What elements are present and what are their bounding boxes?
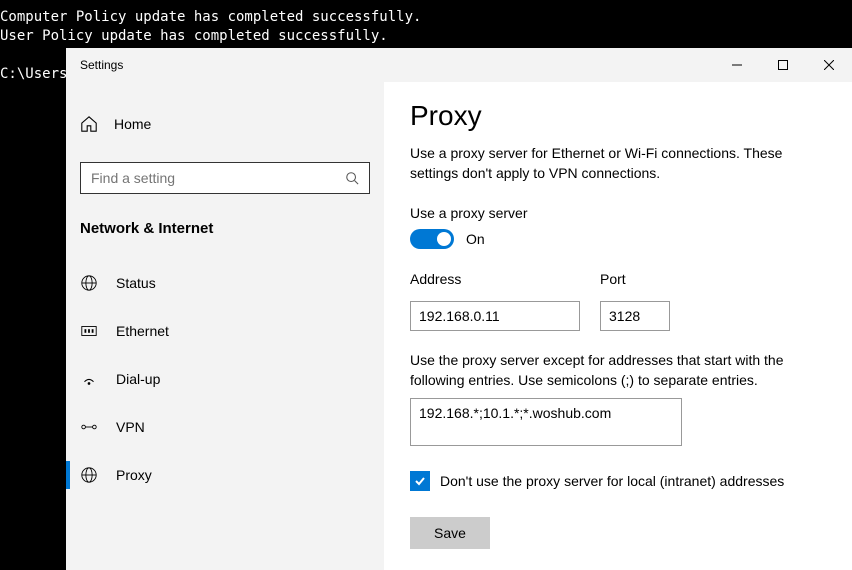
home-icon — [80, 115, 98, 133]
port-label: Port — [600, 271, 670, 287]
globe-icon — [80, 274, 98, 292]
window-title: Settings — [66, 58, 123, 72]
page-heading: Proxy — [410, 100, 826, 132]
home-label: Home — [114, 116, 151, 132]
sidebar-item-label: Ethernet — [116, 323, 169, 339]
exceptions-input[interactable] — [410, 398, 682, 446]
use-proxy-label: Use a proxy server — [410, 205, 826, 221]
titlebar: Settings — [66, 48, 852, 82]
search-icon — [345, 171, 369, 185]
address-label: Address — [410, 271, 580, 287]
exceptions-label: Use the proxy server except for addresse… — [410, 351, 826, 390]
toggle-state: On — [466, 231, 485, 247]
content-pane: Proxy Use a proxy server for Ethernet or… — [384, 82, 852, 570]
sidebar-item-ethernet[interactable]: Ethernet — [66, 307, 384, 355]
bypass-local-label: Don't use the proxy server for local (in… — [440, 473, 784, 489]
close-icon — [824, 60, 834, 70]
terminal-line: User Policy update has completed success… — [0, 27, 852, 46]
close-button[interactable] — [806, 48, 852, 82]
sidebar-item-label: Status — [116, 275, 156, 291]
search-box[interactable] — [80, 162, 370, 194]
search-input[interactable] — [81, 170, 345, 186]
address-input[interactable] — [410, 301, 580, 331]
bypass-local-checkbox[interactable] — [410, 471, 430, 491]
proxy-icon — [80, 466, 98, 484]
sidebar-item-label: VPN — [116, 419, 145, 435]
terminal-line: Computer Policy update has completed suc… — [0, 8, 852, 27]
sidebar-item-label: Dial-up — [116, 371, 160, 387]
minimize-button[interactable] — [714, 48, 760, 82]
sidebar: Home Network & Internet Status Ether — [66, 82, 384, 570]
minimize-icon — [732, 60, 742, 70]
port-input[interactable] — [600, 301, 670, 331]
sidebar-item-proxy[interactable]: Proxy — [66, 451, 384, 499]
sidebar-item-label: Proxy — [116, 467, 152, 483]
ethernet-icon — [80, 322, 98, 340]
sidebar-item-status[interactable]: Status — [66, 259, 384, 307]
maximize-icon — [778, 60, 788, 70]
settings-window: Settings Home Network — [66, 48, 852, 570]
checkmark-icon — [414, 475, 426, 487]
dialup-icon — [80, 370, 98, 388]
sidebar-item-vpn[interactable]: VPN — [66, 403, 384, 451]
sidebar-item-dialup[interactable]: Dial-up — [66, 355, 384, 403]
home-nav[interactable]: Home — [66, 104, 384, 144]
maximize-button[interactable] — [760, 48, 806, 82]
section-title: Network & Internet — [66, 220, 384, 237]
proxy-description: Use a proxy server for Ethernet or Wi-Fi… — [410, 144, 826, 183]
save-button[interactable]: Save — [410, 517, 490, 549]
vpn-icon — [80, 418, 98, 436]
use-proxy-toggle[interactable] — [410, 229, 454, 249]
